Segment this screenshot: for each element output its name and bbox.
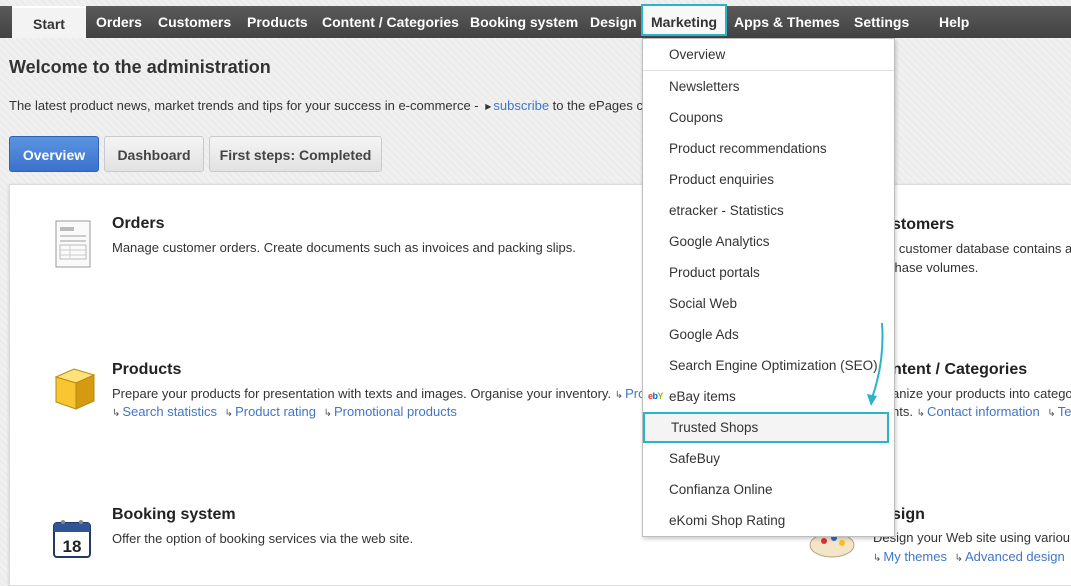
products-title[interactable]: Products <box>112 361 181 379</box>
content-links: nts. ↳ Contact information ↳ Te <box>892 404 1071 419</box>
page-title: Welcome to the administration <box>9 57 271 77</box>
orders-title[interactable]: Orders <box>112 215 164 233</box>
arrow-right-icon: ↳ <box>1047 408 1056 419</box>
menu-item-product-recommendations[interactable]: Product recommendations <box>643 133 894 164</box>
menu-item-ekomi-shop-rating[interactable]: eKomi Shop Rating <box>643 505 894 536</box>
arrow-right-icon: ↳ <box>873 553 882 564</box>
nav-content-categories[interactable]: Content / Categories <box>322 6 459 38</box>
products-links: ↳ Search statistics ↳ Product rating ↳ Prom… <box>112 404 461 419</box>
nav-products[interactable]: Products <box>247 6 308 38</box>
nav-help[interactable]: Help <box>939 6 969 38</box>
news-text: The latest product news, market trends a… <box>9 98 483 113</box>
arrow-right-icon: ↳ <box>614 390 624 401</box>
tab-first-steps[interactable]: First steps: Completed <box>209 136 382 172</box>
subscribe-link[interactable]: subscribe <box>493 98 549 113</box>
menu-item-ebay-items[interactable]: ebY eBay items <box>643 381 894 412</box>
booking-system-title[interactable]: Booking system <box>112 506 236 524</box>
calendar-day: 18 <box>63 537 82 556</box>
arrow-right-icon: ↳ <box>112 408 121 419</box>
nav-start[interactable]: Start <box>12 6 86 38</box>
tab-overview[interactable]: Overview <box>9 136 99 172</box>
arrow-right-icon: ↳ <box>916 408 925 419</box>
menu-item-google-ads[interactable]: Google Ads <box>643 319 894 350</box>
my-themes-link[interactable]: My themes <box>883 549 947 564</box>
overview-panel: Orders Manage customer orders. Create do… <box>9 184 1071 586</box>
content-description-2: nts. <box>892 404 913 419</box>
customers-title[interactable]: stomers <box>892 216 954 234</box>
product-rating-link[interactable]: Product rating <box>235 404 316 419</box>
customers-description-2: chase volumes. <box>888 260 979 275</box>
calendar-icon: 18 <box>53 520 91 558</box>
arrow-right-icon: ↳ <box>954 553 963 564</box>
news-suffix: to the ePages c <box>549 98 643 113</box>
arrow-right-icon: ↳ <box>323 408 333 419</box>
ebay-logo-icon: ebY <box>648 391 664 401</box>
contact-information-link[interactable]: Contact information <box>927 404 1040 419</box>
search-statistics-link[interactable]: Search statistics <box>122 404 217 419</box>
nav-settings[interactable]: Settings <box>854 6 909 38</box>
triangle-right-icon: ▶ <box>485 102 492 111</box>
design-title[interactable]: sign <box>892 506 925 524</box>
menu-item-overview[interactable]: Overview <box>643 39 894 70</box>
callout-arrow-icon <box>867 322 884 406</box>
advanced-design-link[interactable]: Advanced design <box>965 549 1065 564</box>
booking-system-description: Offer the option of booking services via… <box>112 531 414 546</box>
nav-orders[interactable]: Orders <box>96 6 142 38</box>
menu-item-safebuy[interactable]: SafeBuy <box>643 443 894 474</box>
nav-marketing[interactable]: Marketing <box>641 4 727 36</box>
content-description: anize your products into catego <box>892 386 1071 401</box>
document-icon <box>55 220 91 268</box>
menu-item-google-analytics[interactable]: Google Analytics <box>643 226 894 257</box>
top-navigation: Start Orders Customers Products Content … <box>0 4 1071 38</box>
arrow-right-icon: ↳ <box>224 408 234 419</box>
menu-item-etracker-statistics[interactable]: etracker - Statistics <box>643 195 894 226</box>
nav-apps-themes[interactable]: Apps & Themes <box>734 6 840 38</box>
design-links: ↳ My themes ↳ Advanced design <box>873 549 1069 564</box>
menu-item-trusted-shops[interactable]: Trusted Shops <box>643 412 889 443</box>
product-box-icon <box>54 368 96 410</box>
nav-customers[interactable]: Customers <box>158 6 231 38</box>
nav-booking-system[interactable]: Booking system <box>470 6 578 38</box>
nav-design[interactable]: Design <box>590 6 637 38</box>
customers-description: e customer database contains a <box>888 241 1071 256</box>
design-description: Design your Web site using variou <box>873 530 1071 545</box>
tab-dashboard[interactable]: Dashboard <box>104 136 204 172</box>
menu-item-product-portals[interactable]: Product portals <box>643 257 894 288</box>
menu-item-product-enquiries[interactable]: Product enquiries <box>643 164 894 195</box>
marketing-dropdown-menu: Overview Newsletters Coupons Product rec… <box>642 38 895 537</box>
menu-item-seo[interactable]: Search Engine Optimization (SEO) <box>643 350 894 381</box>
orders-description: Manage customer orders. Create documents… <box>112 240 576 255</box>
menu-item-newsletters[interactable]: Newsletters <box>643 71 894 102</box>
menu-item-social-web[interactable]: Social Web <box>643 288 894 319</box>
menu-item-ebay-items-label: eBay items <box>669 389 736 404</box>
news-line: The latest product news, market trends a… <box>9 98 643 113</box>
content-more-link[interactable]: Te <box>1058 404 1071 419</box>
products-description: Prepare your products for presentation w… <box>112 386 645 401</box>
content-categories-title[interactable]: ntent / Categories <box>892 361 1027 379</box>
products-description-text: Prepare your products for presentation w… <box>112 386 612 401</box>
menu-item-confianza-online[interactable]: Confianza Online <box>643 474 894 505</box>
promotional-products-link[interactable]: Promotional products <box>334 404 457 419</box>
menu-item-coupons[interactable]: Coupons <box>643 102 894 133</box>
